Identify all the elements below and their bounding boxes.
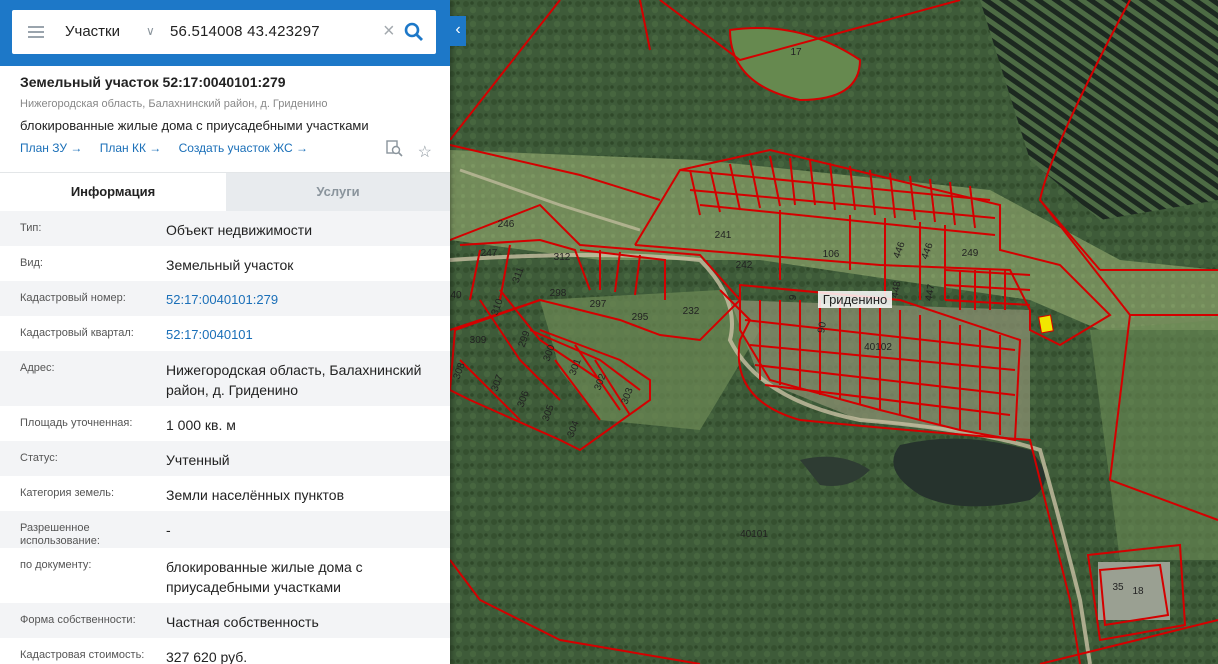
village-label: Гриденино [818, 291, 892, 308]
attribute-row: Форма собственности: Частная собственност… [0, 603, 450, 638]
attribute-row: Кадастровый номер: 52:17:0040101:279 [0, 281, 450, 316]
attribute-value: Земли населённых пунктов [166, 487, 345, 503]
attribute-key: по документу: [20, 559, 92, 571]
attribute-row: Адрес: Нижегородская область, Балахнински… [0, 351, 450, 406]
parcel-number-label: 312 [554, 252, 571, 263]
attribute-value: - [166, 522, 171, 538]
plan-kk-link[interactable]: План КК → [100, 141, 162, 155]
parcel-number-label: 242 [736, 260, 753, 271]
selected-parcel[interactable] [1038, 314, 1054, 334]
search-input[interactable]: 56.514008 43.423297 [170, 23, 320, 40]
attribute-key: Кадастровый номер: [20, 292, 126, 304]
attribute-key: Адрес: [20, 362, 55, 374]
attribute-value-link[interactable]: 52:17:0040101 [166, 316, 430, 351]
attribute-list: Тип: Объект недвижимости Вид: Земельный уча… [0, 211, 450, 664]
parcel-number-label: 246 [498, 219, 515, 230]
parcel-number-label: 249 [962, 248, 979, 259]
attribute-row: Площадь уточненная: 1 000 кв. м [0, 406, 450, 441]
attribute-row: Вид: Земельный участок [0, 246, 450, 281]
chevron-down-icon[interactable]: ∨ [146, 24, 155, 38]
parcel-number-label: 298 [550, 288, 567, 299]
parcel-number-label: 241 [715, 230, 732, 241]
tab-services[interactable]: Услуги [226, 173, 450, 211]
search-box: Участки ∨ 56.514008 43.423297 × [12, 10, 436, 54]
attribute-row: Категория земель: Земли населённых пункто… [0, 476, 450, 511]
info-panel: Участки ∨ 56.514008 43.423297 × Земельны… [0, 0, 450, 664]
attribute-key: Категория земель: [20, 487, 115, 499]
collapse-panel-button[interactable]: ‹ [450, 16, 466, 46]
zoom-to-icon[interactable] [386, 140, 403, 162]
attribute-value: 1 000 кв. м [166, 417, 236, 433]
village-name: Гриденино [823, 292, 887, 307]
parcel-number-label: 297 [590, 299, 607, 310]
attribute-value: Частная собственность [166, 614, 319, 630]
parcel-number-label: 40 [450, 290, 462, 301]
plan-zu-link[interactable]: План ЗУ → [20, 141, 82, 155]
parcel-header: Земельный участок 52:17:0040101:279 Ниже… [0, 66, 450, 172]
attribute-value: Объект недвижимости [166, 222, 313, 238]
search-icon[interactable] [404, 22, 424, 47]
attribute-row: по документу: блокированные жилые дома с … [0, 548, 450, 603]
attribute-row: Кадастровый квартал: 52:17:0040101 [0, 316, 450, 351]
parcel-title: Земельный участок 52:17:0040101:279 [20, 74, 286, 90]
tab-bar: Информация Услуги [0, 172, 450, 211]
parcel-number-label: 232 [683, 306, 700, 317]
attribute-value: Земельный участок [166, 257, 294, 273]
attribute-row: Тип: Объект недвижимости [0, 211, 450, 246]
parcel-links: План ЗУ → План КК → Создать участок ЖС → [20, 141, 430, 155]
parcel-number-label: 247 [481, 248, 498, 259]
attribute-key: Разрешенное использование: [20, 522, 100, 547]
attribute-key: Статус: [20, 452, 58, 464]
parcel-number-label: 106 [823, 249, 840, 260]
attribute-key: Кадастровый квартал: [20, 327, 134, 339]
attribute-row: Разрешенное использование: - [0, 511, 450, 548]
parcel-number-label: 18 [1132, 586, 1144, 597]
parcel-number-label: 35 [1112, 582, 1124, 593]
quarter-number-label: 40102 [864, 342, 892, 353]
parcel-number-label: 295 [632, 312, 649, 323]
attribute-row: Кадастровая стоимость: 327 620 руб. [0, 638, 450, 664]
attribute-row: Статус: Учтенный [0, 441, 450, 476]
attribute-key: Тип: [20, 222, 42, 234]
create-parcel-link[interactable]: Создать участок ЖС → [179, 141, 308, 155]
attribute-value: Учтенный [166, 452, 230, 468]
tab-info[interactable]: Информация [0, 173, 226, 211]
parcel-number-label: 309 [470, 335, 487, 346]
parcel-tools: ☆ [376, 140, 432, 162]
parcel-number-label: 17 [790, 47, 802, 58]
parcel-address-short: Нижегородская область, Балахнинский райо… [20, 98, 328, 110]
search-bar: Участки ∨ 56.514008 43.423297 × [0, 0, 450, 66]
attribute-key: Кадастровая стоимость: [20, 649, 145, 661]
attribute-value: блокированные жилые дома с приусадебными… [166, 559, 363, 595]
attribute-key: Форма собственности: [20, 614, 136, 626]
attribute-key: Вид: [20, 257, 43, 269]
quarter-number-label: 40101 [740, 529, 768, 540]
layer-select[interactable]: Участки [65, 23, 120, 40]
attribute-value-link[interactable]: 52:17:0040101:279 [166, 281, 430, 316]
clear-icon[interactable]: × [383, 20, 395, 43]
star-icon[interactable]: ☆ [418, 142, 432, 162]
attribute-value: 327 620 руб. [166, 649, 248, 664]
menu-icon[interactable] [28, 26, 44, 38]
parcel-purpose: блокированные жилые дома с приусадебными… [20, 118, 369, 133]
attribute-value: Нижегородская область, Балахнинский райо… [166, 362, 422, 398]
attribute-key: Площадь уточненная: [20, 417, 133, 429]
